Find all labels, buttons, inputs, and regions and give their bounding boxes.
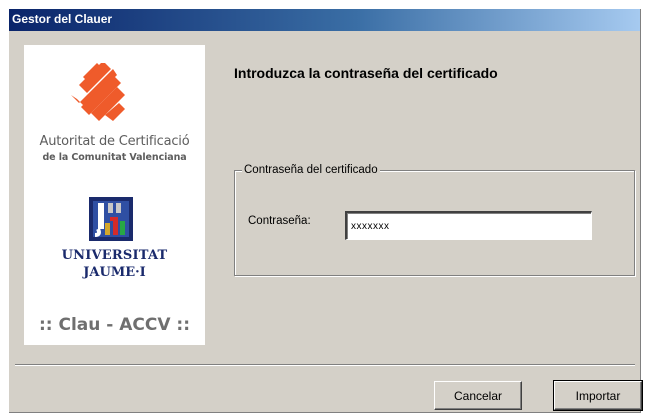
window-title: Gestor del Clauer [12, 12, 113, 26]
uji-name-line1: UNIVERSITAT [61, 248, 168, 263]
import-button[interactable]: Importar [553, 380, 643, 411]
uji-logo-icon [89, 197, 133, 241]
separator [15, 364, 635, 366]
accv-logo-icon [71, 63, 125, 121]
cancel-button[interactable]: Cancelar [434, 381, 522, 410]
password-group: Contraseña del certificado Contraseña: [234, 162, 635, 276]
group-legend: Contraseña del certificado [242, 162, 380, 178]
logo-panel: Autoritat de Certificació de la Comunita… [24, 45, 205, 345]
password-label: Contraseña: [248, 215, 311, 227]
dialog-window: Gestor del Clauer Autoritat de Certifica… [9, 9, 643, 413]
title-bar[interactable]: Gestor del Clauer [9, 9, 640, 31]
product-name: :: Clau - ACCV :: [38, 315, 191, 335]
dialog-heading: Introduzca la contraseña del certificado [234, 65, 498, 81]
accv-name-line2: de la Comunitat Valenciana [42, 152, 187, 163]
uji-name-line2: JAUME·I [83, 265, 146, 280]
password-input[interactable] [345, 211, 592, 240]
accv-name-line1: Autoritat de Certificació [39, 134, 190, 149]
